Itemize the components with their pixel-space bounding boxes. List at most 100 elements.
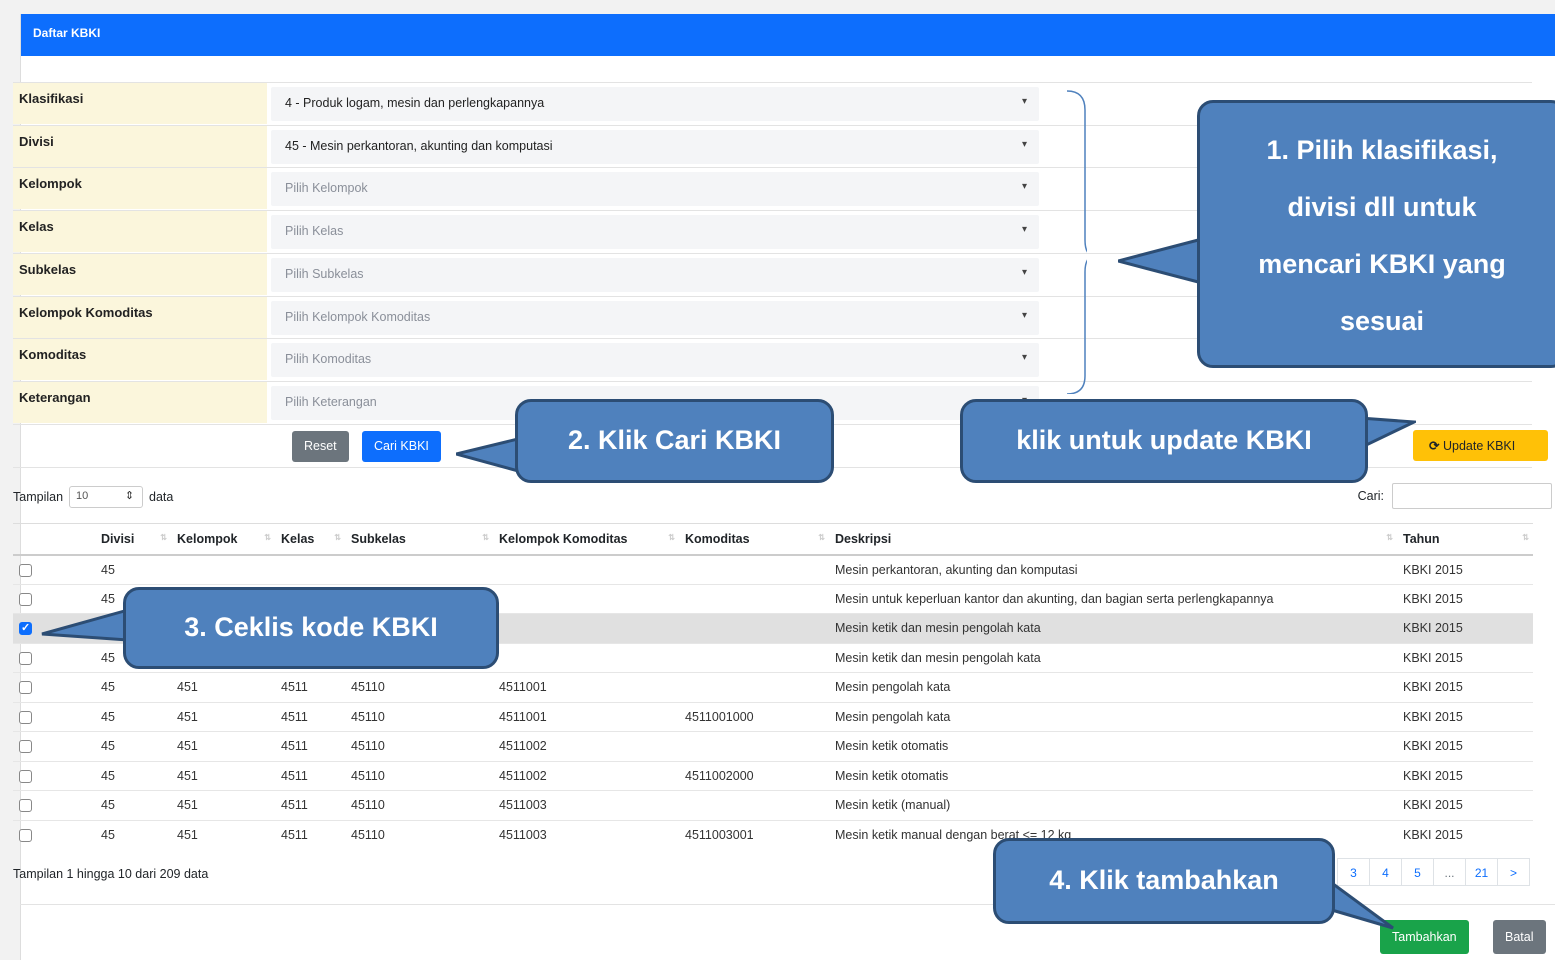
column-header[interactable]: Divisi ⇅ <box>95 523 171 556</box>
checkbox-cell <box>13 790 95 820</box>
chevron-down-icon: ▾ <box>1021 224 1027 236</box>
table-row[interactable]: 45 451 4511 45110 4511002 4511002000 Mesin ket… <box>13 760 1533 791</box>
checkbox-icon[interactable] <box>19 651 32 665</box>
table-cell: 451 <box>171 672 275 702</box>
filter-select-value: 4 - Produk logam, mesin dan perlengkapan… <box>285 96 545 110</box>
table-cell <box>679 554 829 584</box>
filter-select[interactable]: Pilih Komoditas ▾ <box>271 343 1039 378</box>
column-header[interactable]: Deskripsi ⇅ <box>829 523 1397 556</box>
column-header[interactable]: Komoditas ⇅ <box>679 523 829 556</box>
page-button[interactable]: 5 <box>1401 858 1434 886</box>
filter-label: Keterangan <box>13 381 267 423</box>
table-cell: 4511 <box>275 819 345 850</box>
table-cell: Mesin pengolah kata <box>829 701 1397 732</box>
table-row[interactable]: 45 451 4511 45110 4511001 4511001000 Mesin pen… <box>13 701 1533 732</box>
kbki-table: Divisi ⇅ Kelompok ⇅ Kelas ⇅ Subkelas ⇅ Kelompok … <box>13 523 1533 850</box>
table-cell: 4511001 <box>493 701 679 732</box>
table-cell <box>275 554 345 584</box>
checkbox-icon[interactable] <box>19 621 32 636</box>
select-column-header <box>13 523 95 556</box>
filter-select[interactable]: 45 - Mesin perkantoran, akunting dan kom… <box>271 129 1039 164</box>
filter-label: Divisi <box>13 125 267 167</box>
table-cell: KBKI 2015 <box>1397 554 1533 584</box>
filter-label: Komoditas <box>13 339 267 381</box>
table-row[interactable]: 45 451 4511 45110 4511003 Mesin ketik (manual… <box>13 790 1533 820</box>
column-header[interactable]: Kelompok ⇅ <box>171 523 275 556</box>
column-header[interactable]: Subkelas ⇅ <box>345 523 493 556</box>
checkbox-icon[interactable] <box>19 563 32 577</box>
callout-update: klik untuk update KBKI <box>960 399 1368 483</box>
sort-icon: ⇅ <box>818 533 825 542</box>
column-header-label: Komoditas <box>685 531 750 546</box>
table-cell: 4511002 <box>493 760 679 791</box>
update-kbki-button[interactable]: ⟳ Update KBKI <box>1413 430 1548 461</box>
table-row[interactable]: 45 451 4511 45110 4511001 Mesin pengolah kata… <box>13 672 1533 702</box>
column-header[interactable]: Kelompok Komoditas ⇅ <box>493 523 679 556</box>
show-label: Tampilan <box>13 490 64 504</box>
table-cell: 4511003 <box>493 790 679 820</box>
filter-label: Subkelas <box>13 253 267 295</box>
column-header-label: Tahun <box>1403 531 1440 546</box>
column-header-label: Subkelas <box>351 531 406 546</box>
table-cell: 45 <box>95 731 171 761</box>
table-cell: KBKI 2015 <box>1397 613 1533 643</box>
checkbox-icon[interactable] <box>19 710 32 724</box>
column-header-label: Kelompok <box>177 531 238 546</box>
table-row[interactable]: 45 Mesin perkantoran, akunting dan komput… <box>13 554 1533 584</box>
callout-step-3: 3. Ceklis kode KBKI <box>123 587 499 669</box>
page-length-select[interactable]: 10 ⇕ <box>69 486 144 508</box>
checkbox-icon[interactable] <box>19 592 32 606</box>
filter-select[interactable]: Pilih Kelompok Komoditas ▾ <box>271 300 1039 335</box>
page-button[interactable]: 21 <box>1465 858 1498 886</box>
next-page-button[interactable]: > <box>1497 858 1530 886</box>
table-cell: KBKI 2015 <box>1397 760 1533 791</box>
filter-select-value: Pilih Keterangan <box>285 394 377 409</box>
table-cell: KBKI 2015 <box>1397 819 1533 850</box>
filter-label: Klasifikasi <box>13 83 267 124</box>
checkbox-cell <box>13 701 95 732</box>
chevron-down-icon: ▾ <box>1021 96 1027 107</box>
refresh-icon: ⟳ <box>1429 439 1440 453</box>
reset-button[interactable]: Reset <box>292 431 349 462</box>
filter-select[interactable]: Pilih Kelompok ▾ <box>271 172 1039 207</box>
chevron-down-icon: ▾ <box>1021 138 1027 150</box>
callout-step-1: 1. Pilih klasifikasi, divisi dll untuk men… <box>1197 100 1555 368</box>
table-cell: 4511001 <box>493 672 679 702</box>
table-cell: 45 <box>95 819 171 850</box>
search-input[interactable] <box>1392 483 1552 509</box>
table-cell <box>345 554 493 584</box>
checkbox-icon[interactable] <box>19 769 32 783</box>
filter-select[interactable]: 4 - Produk logam, mesin dan perlengkapan… <box>271 87 1039 121</box>
table-cell: KBKI 2015 <box>1397 672 1533 702</box>
checkbox-icon[interactable] <box>19 740 32 754</box>
filter-label: Kelompok Komoditas <box>13 296 267 338</box>
table-cell: 4511001000 <box>679 701 829 732</box>
column-header-label: Kelas <box>281 531 315 546</box>
table-cell: KBKI 2015 <box>1397 583 1533 614</box>
table-info: Tampilan 1 hingga 10 dari 209 data <box>13 867 209 881</box>
column-header-label: Kelompok Komoditas <box>499 531 628 546</box>
table-cell: 45110 <box>345 672 493 702</box>
table-cell <box>493 613 679 643</box>
checkbox-cell <box>13 554 95 584</box>
column-header[interactable]: Tahun ⇅ <box>1397 523 1533 556</box>
column-header-label: Divisi <box>101 531 135 546</box>
table-cell: 451 <box>171 760 275 791</box>
table-cell: 45110 <box>345 701 493 732</box>
table-cell: 45 <box>95 790 171 820</box>
update-kbki-label: Update KBKI <box>1442 439 1516 453</box>
checkbox-icon[interactable] <box>19 681 32 695</box>
search-kbki-button[interactable]: Cari KBKI <box>362 431 441 462</box>
filter-label: Kelas <box>13 211 267 253</box>
cancel-button[interactable]: Batal <box>1493 920 1546 954</box>
filter-select[interactable]: Pilih Subkelas ▾ <box>271 257 1039 292</box>
table-row[interactable]: 45 451 4511 45110 4511002 Mesin ketik otomati… <box>13 731 1533 761</box>
column-header[interactable]: Kelas ⇅ <box>275 523 345 556</box>
table-cell: KBKI 2015 <box>1397 790 1533 820</box>
filter-select-value: Pilih Kelas <box>285 224 344 239</box>
checkbox-icon[interactable] <box>19 829 32 843</box>
table-cell <box>679 583 829 614</box>
callout-3-tail <box>41 608 130 642</box>
filter-select[interactable]: Pilih Kelas ▾ <box>271 215 1039 250</box>
checkbox-icon[interactable] <box>19 799 32 813</box>
